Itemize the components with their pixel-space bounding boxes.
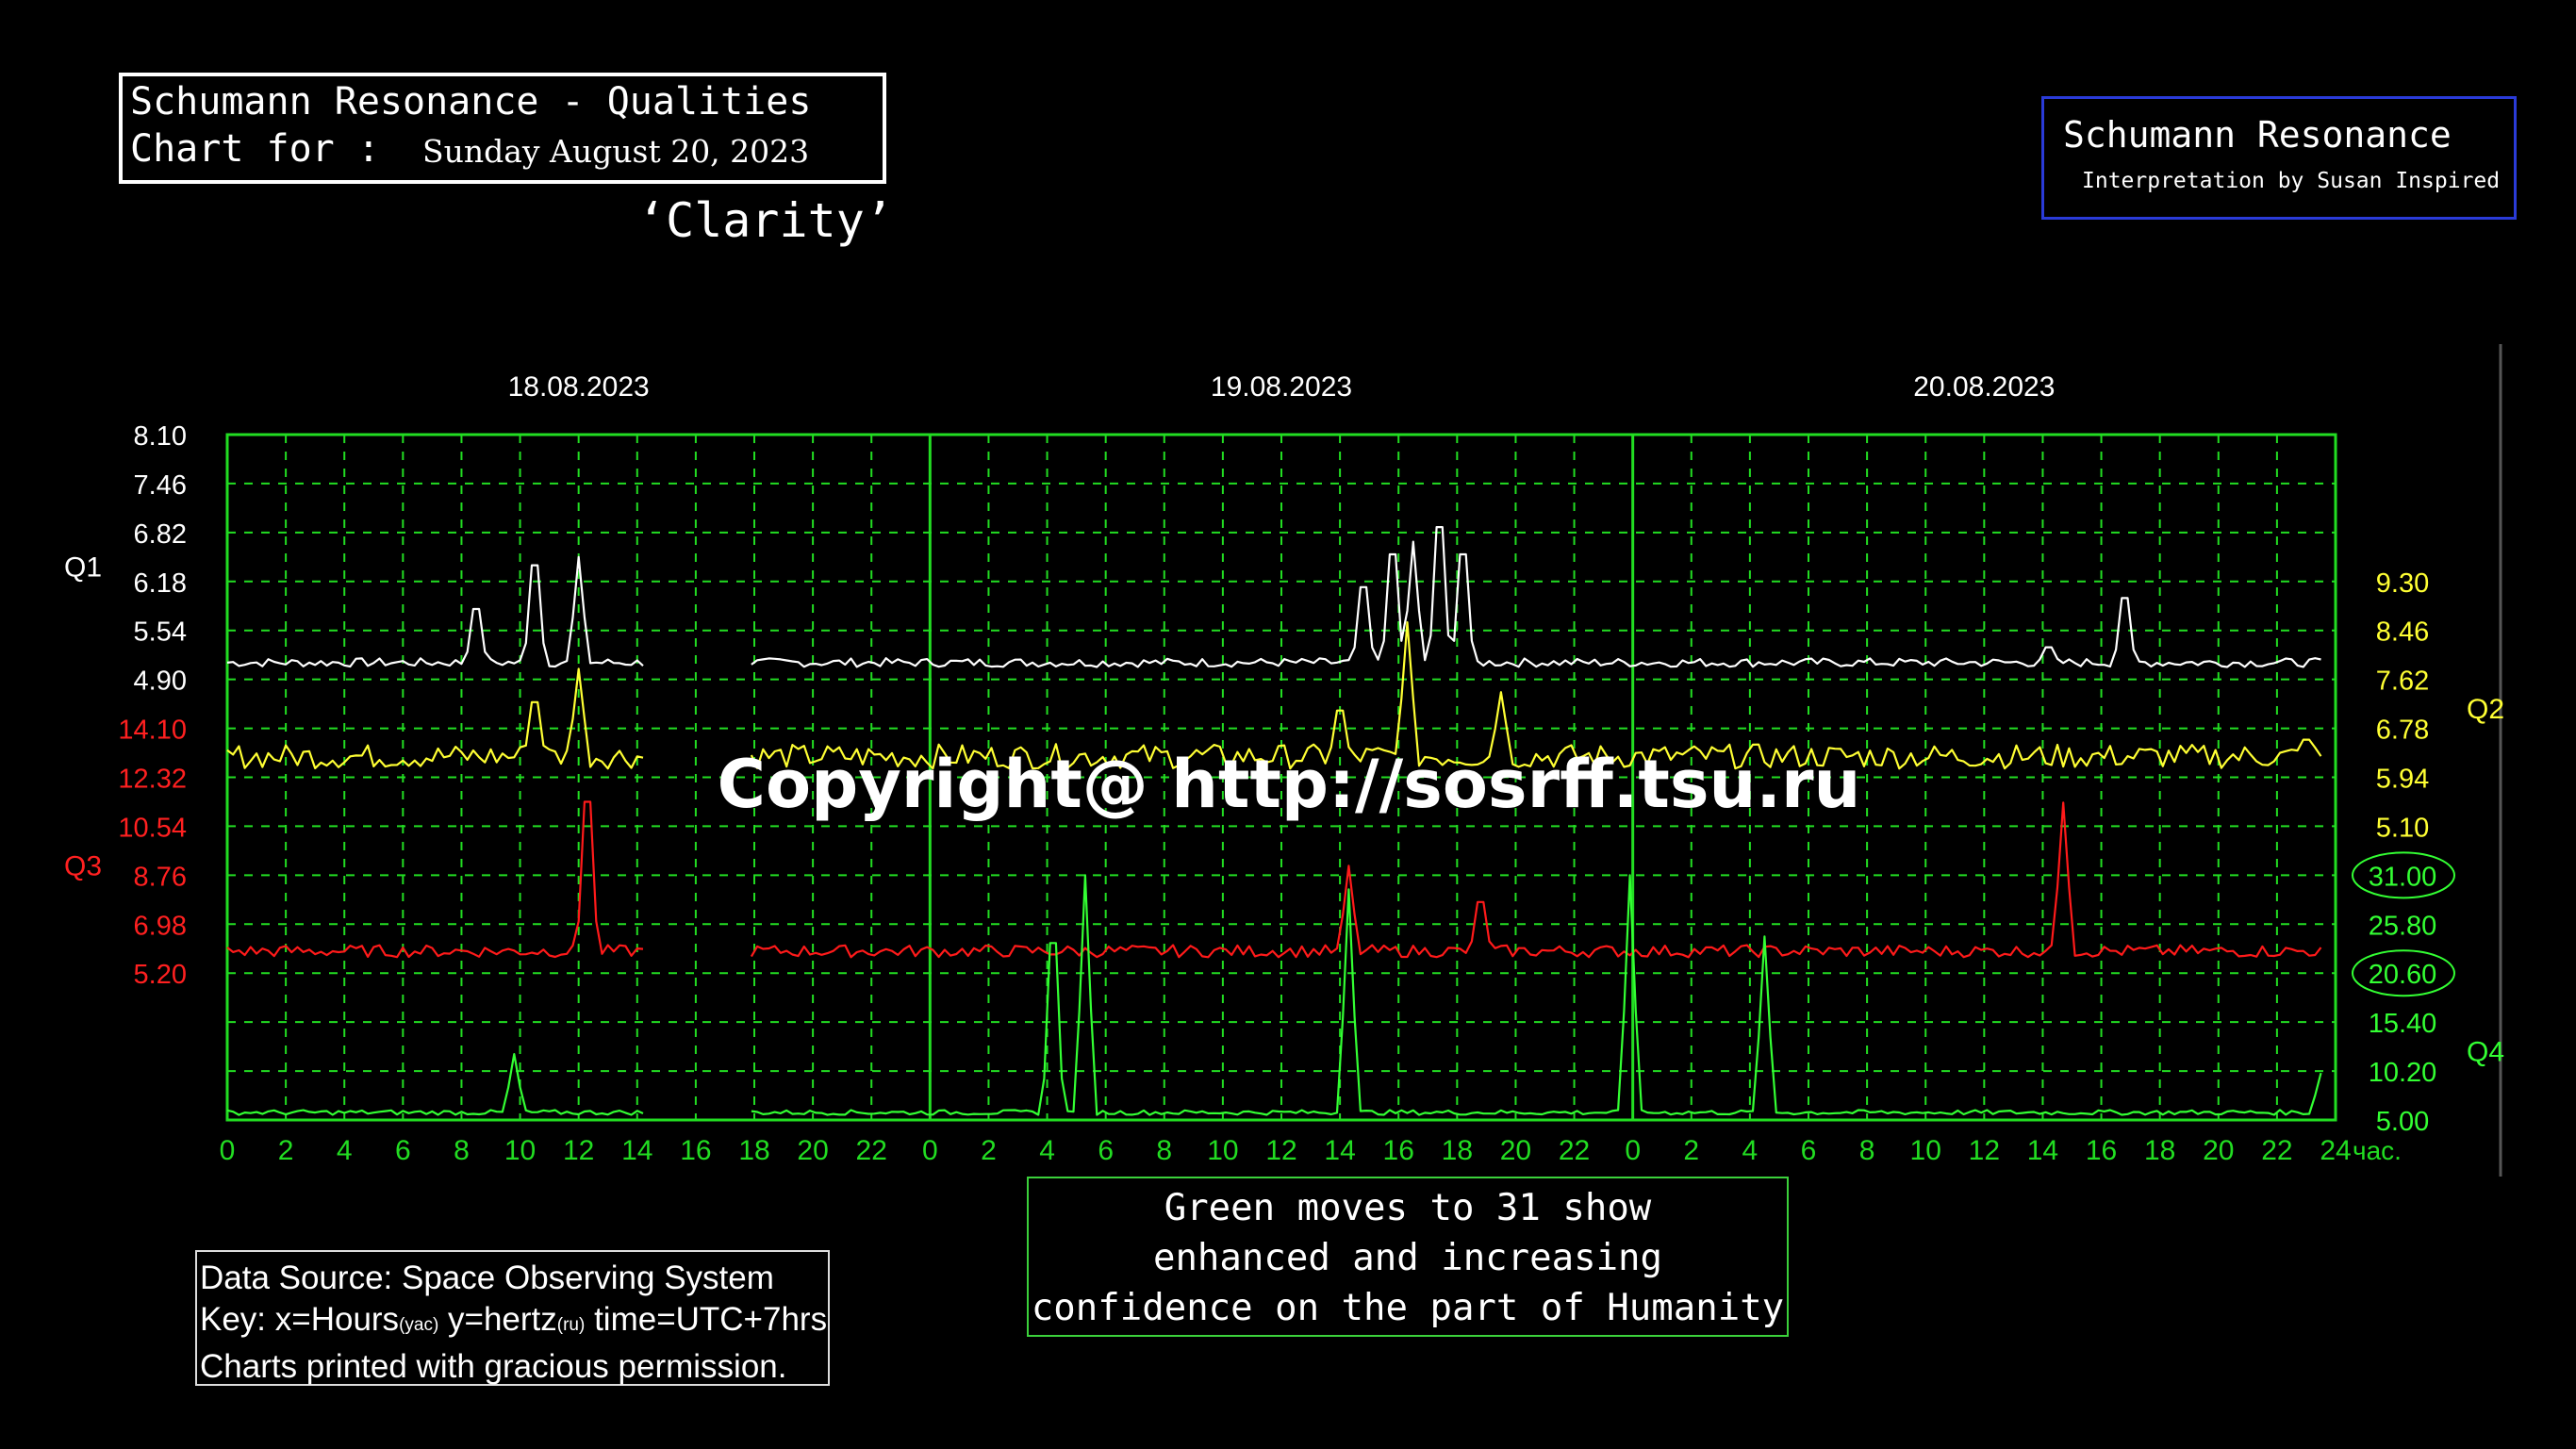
y-tick-q3: 6.98 bbox=[134, 911, 187, 941]
axis-label-q1: Q1 bbox=[64, 552, 102, 584]
series-q3-line bbox=[226, 800, 644, 959]
x-tick-label: 12 bbox=[563, 1135, 594, 1166]
y-tick-q1: 6.18 bbox=[134, 568, 187, 599]
x-tick-label: 18 bbox=[2144, 1135, 2175, 1166]
x-tick-label: 20 bbox=[1500, 1135, 1531, 1166]
y-tick-q1: 6.82 bbox=[134, 519, 187, 550]
x-tick-label: 4 bbox=[337, 1135, 353, 1166]
y-tick-q2: 6.78 bbox=[2376, 716, 2429, 746]
x-tick-label: 0 bbox=[922, 1135, 938, 1166]
x-tick-label: 16 bbox=[2086, 1135, 2117, 1166]
y-tick-q3: 5.20 bbox=[134, 960, 187, 990]
axis-label-q3: Q3 bbox=[64, 850, 102, 881]
x-tick-label: 16 bbox=[680, 1135, 711, 1166]
axis-label-q2: Q2 bbox=[2467, 694, 2504, 725]
x-tick-label: 10 bbox=[1207, 1135, 1238, 1166]
x-tick-label: 8 bbox=[1156, 1135, 1172, 1166]
x-tick-label: 12 bbox=[1265, 1135, 1296, 1166]
series-q1-line bbox=[751, 526, 2321, 668]
y-tick-q3: 10.54 bbox=[118, 813, 187, 843]
x-tick-label: 18 bbox=[738, 1135, 769, 1166]
day-label: 20.08.2023 bbox=[1913, 371, 2055, 403]
x-tick-label: 6 bbox=[1098, 1135, 1114, 1166]
y-tick-q1: 7.46 bbox=[134, 470, 187, 501]
x-tick-label: 22 bbox=[1559, 1135, 1590, 1166]
x-tick-label: 14 bbox=[1324, 1135, 1355, 1166]
y-tick-q2: 9.30 bbox=[2376, 568, 2429, 599]
x-tick-label: 0 bbox=[1625, 1135, 1641, 1166]
y-tick-q4: 5.00 bbox=[2376, 1107, 2429, 1137]
source-line-2: Key: x=Hours(yac) y=hertz(ru) time=UTC+7… bbox=[200, 1299, 828, 1346]
x-tick-label: 20 bbox=[797, 1135, 828, 1166]
x-tick-label: 8 bbox=[1859, 1135, 1875, 1166]
y-tick-q3: 14.10 bbox=[118, 716, 187, 746]
day-label: 18.08.2023 bbox=[508, 371, 650, 403]
y-tick-q2: 5.10 bbox=[2376, 813, 2429, 843]
y-tick-q4: 20.60 bbox=[2369, 960, 2437, 990]
x-tick-label: 6 bbox=[395, 1135, 411, 1166]
x-tick-label: 18 bbox=[1442, 1135, 1473, 1166]
x-tick-label: 20 bbox=[2203, 1135, 2234, 1166]
y-tick-q2: 5.94 bbox=[2376, 765, 2429, 795]
x-tick-label: 10 bbox=[1910, 1135, 1941, 1166]
y-tick-q2: 7.62 bbox=[2376, 667, 2429, 697]
x-tick-label: 4 bbox=[1039, 1135, 1055, 1166]
series-q4-line bbox=[226, 1053, 644, 1116]
y-tick-q1: 8.10 bbox=[134, 421, 187, 452]
y-tick-q2: 8.46 bbox=[2376, 617, 2429, 648]
x-unit-label: час. bbox=[2353, 1136, 2402, 1165]
x-tick-label: 2 bbox=[278, 1135, 294, 1166]
note-line-2: enhanced and increasing bbox=[1152, 1237, 1663, 1279]
x-tick-label: 24 bbox=[2320, 1135, 2351, 1166]
x-tick-label: 16 bbox=[1383, 1135, 1414, 1166]
y-tick-q3: 8.76 bbox=[134, 862, 187, 892]
note-line-1: Green moves to 31 show bbox=[1164, 1187, 1652, 1229]
x-tick-label: 10 bbox=[504, 1135, 536, 1166]
y-tick-q3: 12.32 bbox=[118, 765, 187, 795]
key-hours-unit: (yac) bbox=[399, 1315, 439, 1335]
y-tick-q4: 10.20 bbox=[2369, 1058, 2437, 1088]
x-tick-label: 4 bbox=[1742, 1135, 1759, 1166]
interpretation-note: Green moves to 31 show enhanced and incr… bbox=[1027, 1177, 1789, 1337]
x-tick-label: 14 bbox=[2027, 1135, 2058, 1166]
y-tick-q1: 4.90 bbox=[134, 667, 187, 697]
key-hertz: y=hertz bbox=[438, 1301, 557, 1338]
key-time: time=UTC+7hrs bbox=[585, 1301, 828, 1338]
y-tick-q4: 15.40 bbox=[2369, 1009, 2437, 1039]
x-tick-label: 8 bbox=[454, 1135, 470, 1166]
y-tick-q4: 25.80 bbox=[2369, 911, 2437, 941]
x-tick-label: 14 bbox=[621, 1135, 652, 1166]
x-tick-label: 22 bbox=[2261, 1135, 2292, 1166]
data-source-box: Data Source: Space Observing System Key:… bbox=[195, 1250, 830, 1386]
source-line-3: Charts printed with gracious permission. bbox=[200, 1348, 787, 1385]
y-tick-q1: 5.54 bbox=[134, 617, 187, 648]
series-q4-line bbox=[751, 874, 2322, 1116]
x-tick-label: 12 bbox=[1969, 1135, 2000, 1166]
note-line-3: confidence on the part of Humanity bbox=[1031, 1287, 1785, 1329]
series-q2-line bbox=[226, 667, 644, 770]
chart-watermark: Copyright@ http://sosrff.tsu.ru bbox=[718, 746, 1861, 823]
key-hours: Key: x=Hours bbox=[200, 1301, 400, 1338]
x-tick-label: 22 bbox=[856, 1135, 887, 1166]
y-tick-q4: 31.00 bbox=[2369, 862, 2437, 892]
key-hertz-unit: (ru) bbox=[556, 1315, 586, 1335]
axis-label-q4: Q4 bbox=[2467, 1037, 2504, 1068]
day-label: 19.08.2023 bbox=[1211, 371, 1352, 403]
series-q1-line bbox=[226, 555, 644, 668]
x-tick-label: 2 bbox=[981, 1135, 997, 1166]
source-line-1: Data Source: Space Observing System bbox=[200, 1260, 774, 1296]
x-tick-label: 2 bbox=[1683, 1135, 1699, 1166]
x-tick-label: 0 bbox=[220, 1135, 236, 1166]
x-tick-label: 6 bbox=[1801, 1135, 1817, 1166]
